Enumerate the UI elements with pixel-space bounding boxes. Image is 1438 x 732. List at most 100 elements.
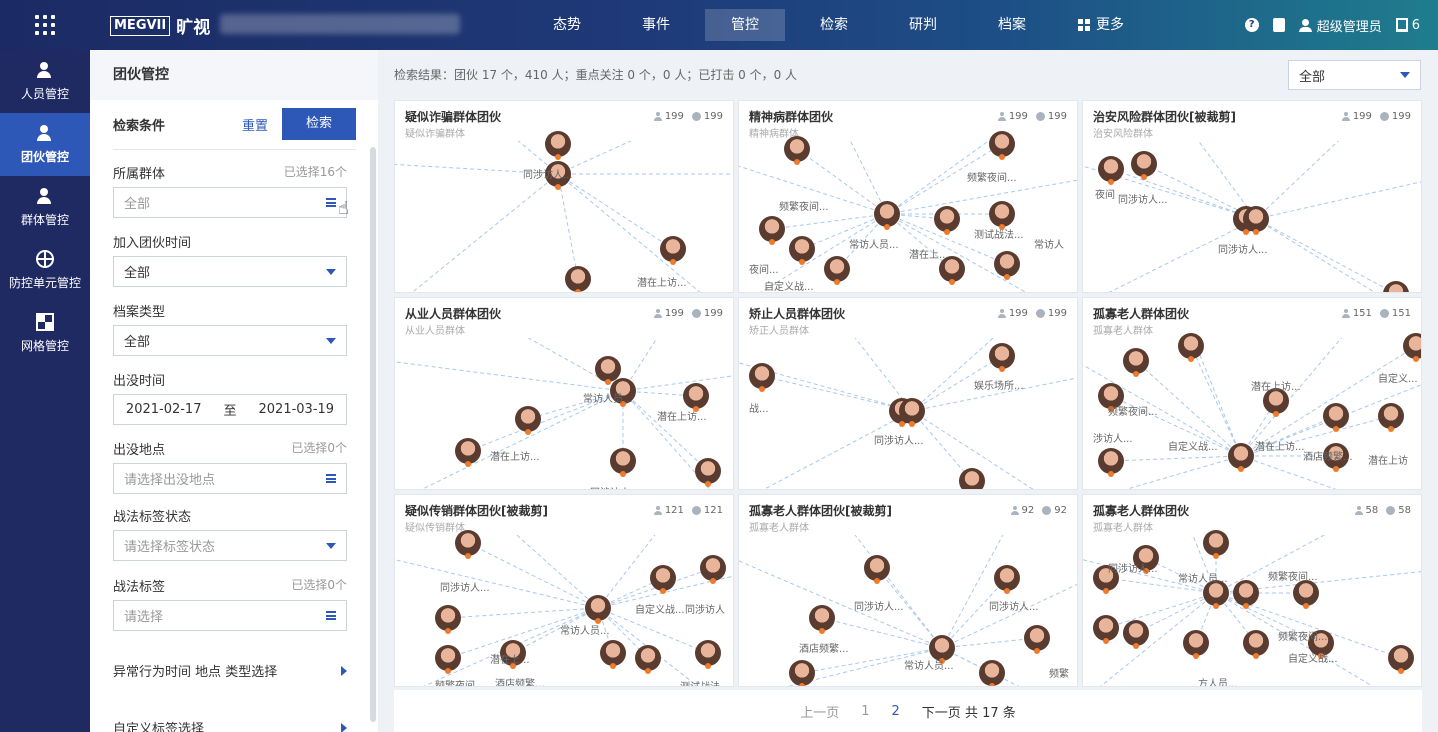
- person-avatar[interactable]: [809, 605, 835, 634]
- appear-place-select[interactable]: 请选择出没地点: [113, 463, 347, 494]
- person-avatar[interactable]: [1123, 620, 1149, 649]
- list-icon[interactable]: [326, 474, 336, 483]
- gang-card[interactable]: 孤寡老人群体团伙 孤寡老人群体 58 58 同涉访人... 常访人员... 频繁夜间... 频…: [1082, 494, 1422, 687]
- person-avatar[interactable]: [1378, 403, 1404, 432]
- person-avatar[interactable]: [989, 131, 1015, 160]
- search-button[interactable]: 检索: [282, 108, 356, 140]
- person-avatar[interactable]: [1233, 580, 1259, 609]
- tag-select[interactable]: 请选择: [113, 600, 347, 631]
- relationship-graph[interactable]: 同涉访人... 潜在上访...: [395, 123, 733, 292]
- custom-tag-expander[interactable]: 自定义标签选择: [113, 718, 347, 732]
- person-avatar[interactable]: [610, 448, 636, 477]
- person-avatar[interactable]: [545, 131, 571, 160]
- gang-card[interactable]: 孤寡老人群体团伙 孤寡老人群体 151 151 潜在上访... 自定义... 频繁夜间...…: [1082, 297, 1422, 490]
- person-avatar[interactable]: [585, 595, 611, 624]
- person-avatar[interactable]: [660, 236, 686, 265]
- person-avatar[interactable]: [635, 645, 661, 674]
- person-avatar[interactable]: [994, 565, 1020, 594]
- person-avatar[interactable]: [1098, 156, 1124, 185]
- scrollbar[interactable]: [370, 147, 376, 722]
- person-avatar[interactable]: [989, 201, 1015, 230]
- sidebar-item-gang-control[interactable]: 团伙管控: [0, 113, 90, 176]
- person-avatar[interactable]: [650, 565, 676, 594]
- nav-situation[interactable]: 态势: [527, 9, 607, 41]
- relationship-graph[interactable]: 频繁夜间... 频繁夜间... 常访人员... 潜在上... 测试战法... 常访人 夜间.…: [739, 123, 1077, 292]
- relationship-graph[interactable]: 同涉访人... 常访人员... 频繁夜间... 频繁夜间... 自定义战... 方人员..…: [1083, 517, 1421, 686]
- person-avatar[interactable]: [1183, 630, 1209, 659]
- gang-card[interactable]: 孤寡老人群体团伙[被裁剪] 孤寡老人群体 92 92 同涉访人... 同涉访人... 酒店频…: [738, 494, 1078, 687]
- person-avatar[interactable]: [1388, 645, 1414, 674]
- reset-button[interactable]: 重置: [242, 115, 268, 134]
- person-avatar[interactable]: [1243, 206, 1269, 235]
- person-avatar[interactable]: [899, 398, 925, 427]
- person-avatar[interactable]: [695, 458, 721, 487]
- list-icon[interactable]: [326, 611, 336, 620]
- person-avatar[interactable]: [989, 343, 1015, 372]
- file-type-select[interactable]: 全部: [113, 325, 347, 356]
- person-avatar[interactable]: [789, 236, 815, 265]
- nav-archive[interactable]: 档案: [972, 9, 1052, 41]
- person-avatar[interactable]: [1178, 333, 1204, 362]
- sidebar-item-unit-control[interactable]: 防控单元管控: [0, 239, 90, 302]
- sidebar-item-grid-control[interactable]: 网格管控: [0, 302, 90, 365]
- app-launcher-icon[interactable]: [0, 0, 90, 50]
- nav-analysis[interactable]: 研判: [883, 9, 963, 41]
- relationship-graph[interactable]: 同涉访人... 自定义战...同涉访人常访人员... 潜在上... 酒店频繁... 测试…: [395, 517, 733, 686]
- person-avatar[interactable]: [695, 640, 721, 669]
- page-2-button[interactable]: 2: [892, 704, 900, 719]
- person-avatar[interactable]: [435, 645, 461, 674]
- gang-card[interactable]: 疑似传销群体团伙[被裁剪] 疑似传销群体 121 121 同涉访人... 自定义战... 同…: [394, 494, 734, 687]
- person-avatar[interactable]: [1403, 333, 1421, 362]
- person-avatar[interactable]: [1228, 443, 1254, 472]
- person-avatar[interactable]: [1024, 625, 1050, 654]
- gang-card[interactable]: 治安风险群体团伙[被裁剪] 治安风险群体 199 199 夜间 同涉访人... 同涉访人..…: [1082, 100, 1422, 293]
- gang-card[interactable]: 矫止人员群体团伙 矫正人员群体 199 199 娱乐场所... 战... 同涉访人...: [738, 297, 1078, 490]
- person-avatar[interactable]: [759, 216, 785, 245]
- join-time-select[interactable]: 全部: [113, 256, 347, 287]
- person-avatar[interactable]: [749, 363, 775, 392]
- person-avatar[interactable]: [994, 251, 1020, 280]
- person-avatar[interactable]: [515, 406, 541, 435]
- person-avatar[interactable]: [1093, 615, 1119, 644]
- person-avatar[interactable]: [959, 468, 985, 489]
- nav-control[interactable]: 管控: [705, 9, 785, 41]
- person-avatar[interactable]: [1293, 580, 1319, 609]
- user-menu[interactable]: 超级管理员: [1298, 16, 1382, 35]
- relationship-graph[interactable]: 娱乐场所... 战... 同涉访人...: [739, 320, 1077, 489]
- person-avatar[interactable]: [1203, 530, 1229, 559]
- abnormal-behavior-expander[interactable]: 异常行为时间 地点 类型选择: [113, 661, 347, 680]
- sidebar-item-person-control[interactable]: 人员管控: [0, 50, 90, 113]
- date-range-picker[interactable]: 2021-02-17 至 2021-03-19: [113, 394, 347, 425]
- gang-card[interactable]: 疑似诈骗群体团伙 疑似诈骗群体 199 199 同涉访人... 潜在上访...: [394, 100, 734, 293]
- person-avatar[interactable]: [784, 136, 810, 165]
- clipboard-icon[interactable]: [1272, 18, 1285, 32]
- nav-event[interactable]: 事件: [616, 9, 696, 41]
- person-avatar[interactable]: [934, 206, 960, 235]
- person-avatar[interactable]: [700, 555, 726, 584]
- relationship-graph[interactable]: 夜间 同涉访人... 同涉访人...: [1083, 123, 1421, 292]
- person-avatar[interactable]: [874, 201, 900, 230]
- gang-card[interactable]: 从业人员群体团伙 从业人员群体 199 199 常访人员... 潜在上访... 潜在上访..…: [394, 297, 734, 490]
- group-select[interactable]: 全部: [113, 187, 347, 218]
- gang-card[interactable]: 精神病群体团伙 精神病群体 199 199 频繁夜间... 频繁夜间... 常访人员... 潜…: [738, 100, 1078, 293]
- person-avatar[interactable]: [565, 266, 591, 292]
- status-filter-select[interactable]: 全部: [1288, 60, 1421, 90]
- prev-page-button[interactable]: 上一页: [800, 702, 839, 721]
- person-avatar[interactable]: [435, 605, 461, 634]
- person-avatar[interactable]: [600, 640, 626, 669]
- nav-search[interactable]: 检索: [794, 9, 874, 41]
- person-avatar[interactable]: [789, 660, 815, 686]
- person-avatar[interactable]: [455, 530, 481, 559]
- relationship-graph[interactable]: 潜在上访... 自定义... 频繁夜间... 涉访人... 自定义战... 潜在上访...…: [1083, 320, 1421, 489]
- person-avatar[interactable]: [864, 555, 890, 584]
- person-avatar[interactable]: [455, 438, 481, 467]
- relationship-graph[interactable]: 常访人员... 潜在上访... 潜在上访... 同涉访人...: [395, 320, 733, 489]
- person-avatar[interactable]: [1323, 403, 1349, 432]
- nav-more[interactable]: 更多: [1061, 9, 1141, 41]
- person-avatar[interactable]: [1098, 448, 1124, 477]
- help-icon[interactable]: ?: [1244, 18, 1259, 32]
- page-1-button[interactable]: 1: [861, 704, 869, 719]
- person-avatar[interactable]: [1243, 630, 1269, 659]
- tag-status-select[interactable]: 请选择标签状态: [113, 530, 347, 561]
- person-avatar[interactable]: [1123, 348, 1149, 377]
